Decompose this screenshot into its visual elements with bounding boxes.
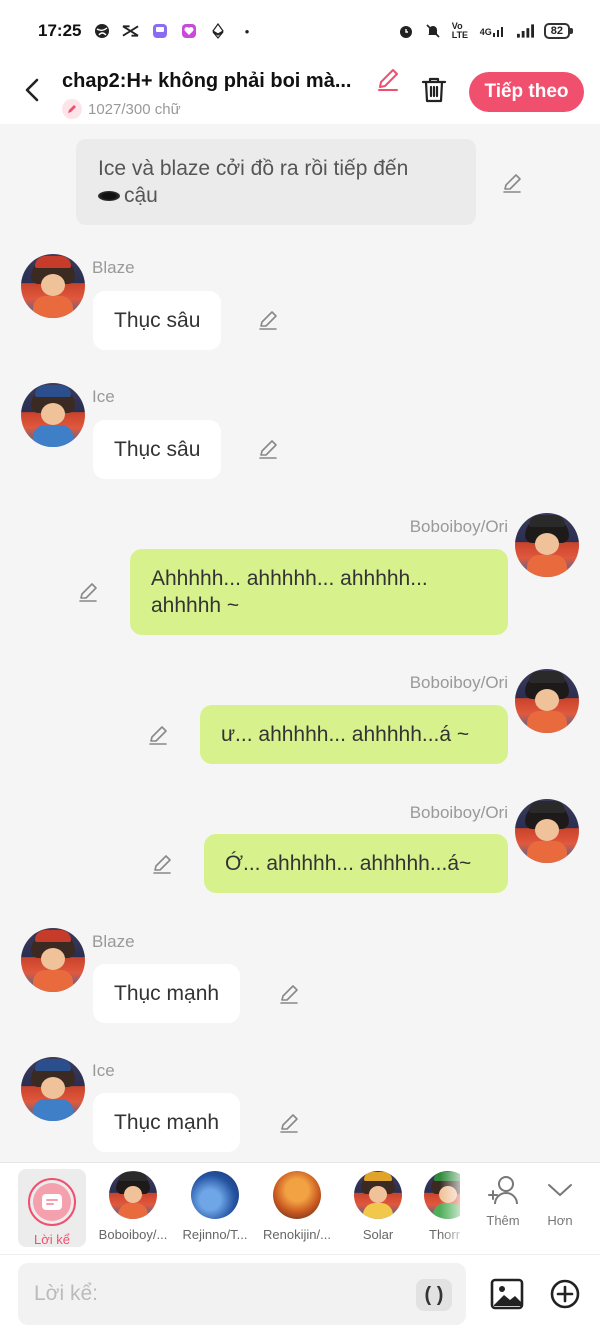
capcut-icon [122, 23, 140, 40]
chevron-down-icon [548, 1184, 572, 1196]
narrator-selector[interactable]: Lời kể [18, 1169, 86, 1247]
message-input-box[interactable]: ( ) [18, 1263, 466, 1325]
parentheses-button[interactable]: ( ) [416, 1279, 452, 1311]
sender-name: Ice [92, 1061, 115, 1080]
narration-text-2: cậu [124, 184, 158, 207]
edit-pencil-icon[interactable] [75, 579, 101, 605]
avatar-ice[interactable] [21, 1057, 85, 1121]
app-icon [151, 23, 168, 40]
ethereum-icon [209, 23, 226, 40]
character-solar[interactable]: Solar [338, 1171, 418, 1242]
message-bubble[interactable]: ư... ahhhhh... ahhhhh...á ~ [200, 705, 508, 764]
network-label: 4G [480, 25, 507, 37]
avatar-boboiboy-ori[interactable] [515, 799, 579, 863]
chat-area[interactable]: Ice và blaze cởi đồ ra rồi tiếp đến cậu … [0, 124, 600, 1162]
character-label: Boboiboy/... [98, 1227, 168, 1242]
image-icon [490, 1278, 524, 1310]
plus-circle-icon [550, 1279, 580, 1309]
message-bubble[interactable]: Ớ... ahhhhh... ahhhhh...á~ [204, 834, 508, 893]
sender-name: Ice [92, 387, 115, 406]
chevron-left-icon [25, 78, 39, 102]
character-rejinno[interactable]: Rejinno/T... [175, 1171, 255, 1242]
message-bubble[interactable]: Thục sâu [93, 420, 222, 479]
dot-icon: • [244, 23, 250, 39]
more-button[interactable]: Hơn [530, 1173, 590, 1228]
avatar-boboiboy-ori[interactable] [515, 513, 579, 577]
pencil-icon [62, 99, 82, 119]
message-input[interactable] [34, 1282, 414, 1306]
character-roster: Lời kể Boboiboy/... Rejinno/T... Renokij… [0, 1162, 600, 1254]
composer: ( ) [0, 1254, 600, 1333]
alarm-icon [398, 23, 415, 40]
heart-app-icon [180, 23, 197, 40]
more-label: Hơn [547, 1213, 573, 1228]
title-block: chap2:H+ không phải boi mà... 1027/300 c… [62, 66, 407, 119]
sender-name: Boboiboy/Ori [409, 803, 508, 822]
next-button[interactable]: Tiếp theo [469, 72, 584, 112]
chapter-title[interactable]: chap2:H+ không phải boi mà... [62, 70, 367, 93]
hole-emoji-icon [98, 191, 120, 202]
character-label: Rejinno/T... [182, 1227, 248, 1242]
add-button[interactable] [548, 1277, 582, 1311]
message-bubble[interactable]: Ahhhhh... ahhhhh... ahhhhh... ahhhhh ~ [130, 549, 508, 635]
edit-pencil-icon[interactable] [276, 1110, 302, 1136]
status-time: 17:25 [38, 21, 82, 40]
sender-name: Boboiboy/Ori [409, 673, 508, 692]
character-label: Renokijin/... [263, 1227, 331, 1242]
battery-indicator: 82 [543, 23, 574, 39]
header: chap2:H+ không phải boi mà... 1027/300 c… [0, 62, 600, 124]
word-count: 1027/300 chữ [88, 100, 181, 118]
edit-pencil-icon[interactable] [255, 307, 281, 333]
add-label: Thêm [486, 1213, 520, 1228]
narration-text: Ice và blaze cởi đồ ra rồi tiếp đến [98, 157, 409, 180]
message-bubble[interactable]: Thục sâu [93, 291, 222, 350]
volte-label: Vo LTE [451, 21, 469, 40]
add-character-button[interactable]: Thêm [473, 1173, 533, 1228]
narrator-label: Lời kể [34, 1232, 70, 1247]
globe-icon [93, 23, 110, 40]
image-button[interactable] [489, 1276, 525, 1312]
signal-icon [516, 23, 534, 40]
system-icons: Vo LTE 4G 82 [398, 21, 574, 40]
sender-name: Blaze [92, 258, 135, 277]
avatar-blaze[interactable] [21, 928, 85, 992]
edit-pencil-icon[interactable] [499, 170, 525, 196]
edit-pencil-icon[interactable] [145, 722, 171, 748]
character-boboiboy[interactable]: Boboiboy/... [93, 1171, 173, 1242]
edit-pencil-icon[interactable] [276, 981, 302, 1007]
avatar-ice[interactable] [21, 383, 85, 447]
word-count-row: 1027/300 chữ [62, 99, 407, 119]
back-button[interactable] [16, 74, 48, 106]
notification-icons: • [93, 23, 255, 40]
edit-pencil-icon[interactable] [149, 851, 175, 877]
edit-pencil-icon[interactable] [255, 436, 281, 462]
edit-title-icon[interactable] [375, 66, 401, 97]
message-bubble[interactable]: Thục mạnh [93, 964, 241, 1023]
avatar-blaze[interactable] [21, 254, 85, 318]
add-person-icon [488, 1176, 518, 1205]
sender-name: Boboiboy/Ori [409, 517, 508, 536]
avatar-boboiboy-ori[interactable] [515, 669, 579, 733]
narration-bubble[interactable]: Ice và blaze cởi đồ ra rồi tiếp đến cậu [76, 139, 476, 225]
sender-name: Blaze [92, 932, 135, 951]
message-bubble[interactable]: Thục mạnh [93, 1093, 241, 1152]
status-bar: 17:25 • Vo LTE 4G 82 [0, 0, 600, 62]
mute-icon [425, 23, 442, 40]
delete-button[interactable] [418, 74, 450, 106]
character-label: Solar [362, 1227, 394, 1242]
trash-icon [421, 77, 447, 103]
narration-icon [33, 1183, 71, 1221]
character-renokijin[interactable]: Renokijin/... [257, 1171, 337, 1242]
